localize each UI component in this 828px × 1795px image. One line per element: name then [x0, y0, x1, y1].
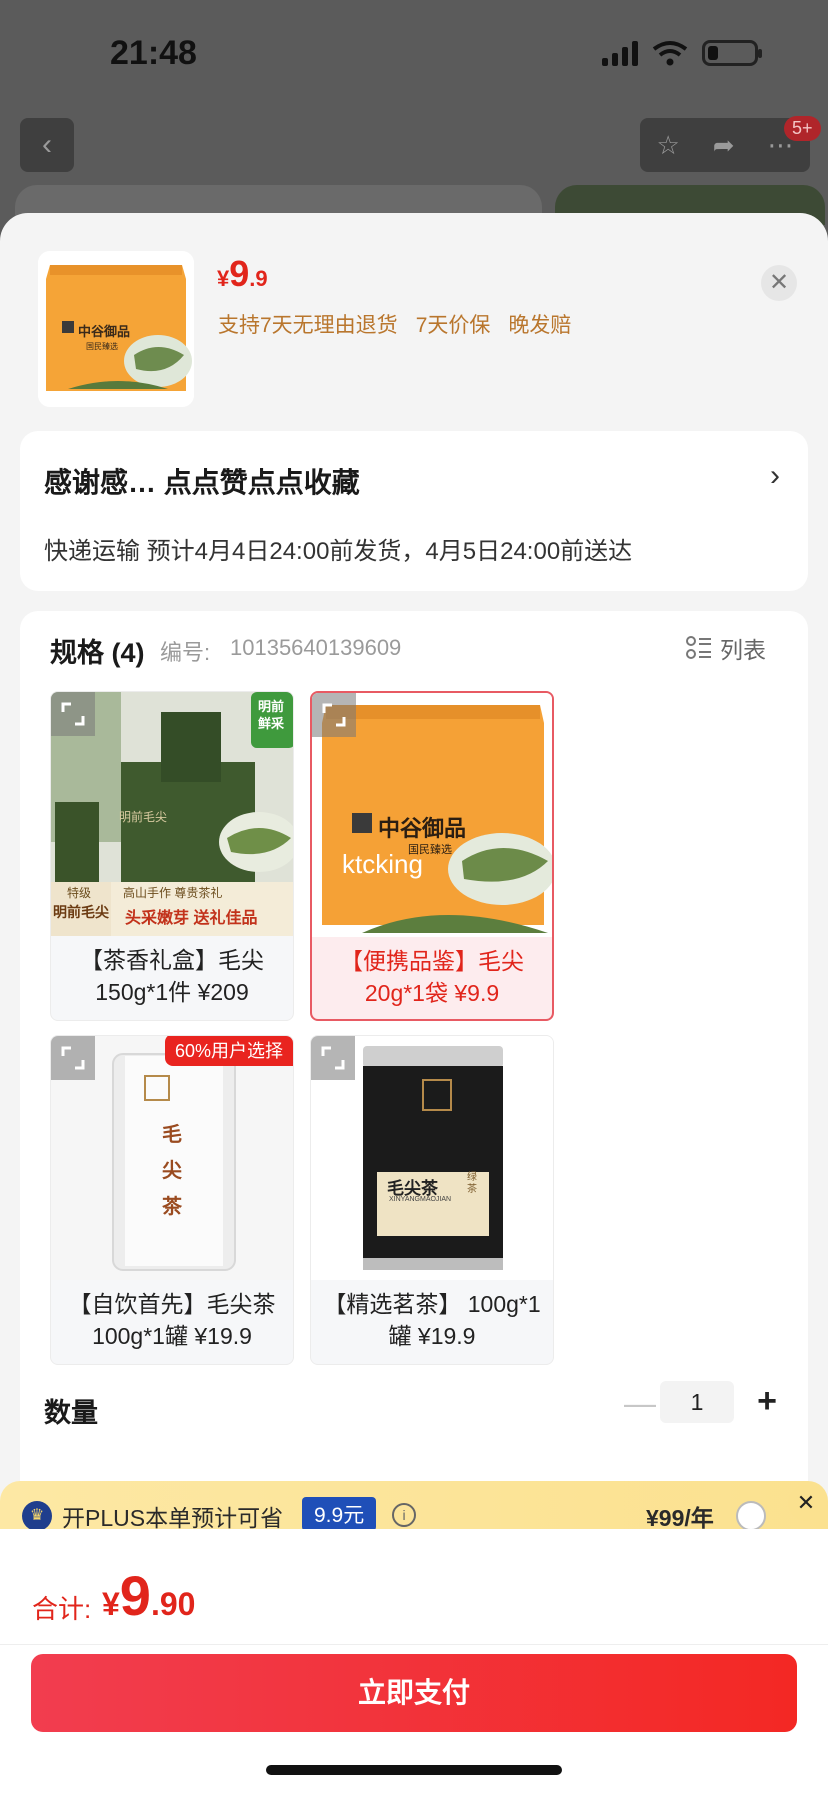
banner-line2: 头采嫩芽 送礼佳品 — [125, 910, 258, 927]
wifi-icon — [652, 41, 688, 66]
battery-icon — [702, 40, 762, 66]
total-label: 合计: — [32, 1594, 92, 1624]
back-button[interactable]: ‹ — [20, 118, 74, 172]
star-icon[interactable]: ☆ — [656, 130, 679, 161]
product-thumbnail: 中谷御品 国民臻选 — [38, 251, 194, 407]
plus-text: 开PLUS本单预计可省 — [62, 1505, 284, 1531]
plus-save-badge: 9.9元 — [302, 1497, 377, 1531]
spec-code: 10135640139609 — [230, 635, 402, 660]
can-green: 绿茶 — [467, 1172, 477, 1195]
divider — [0, 1644, 828, 1645]
quantity-minus-button[interactable]: — — [620, 1383, 660, 1423]
expand-icon[interactable] — [312, 693, 356, 737]
service-tag: 支持7天无理由退货 — [218, 314, 398, 337]
pay-now-button[interactable]: 立即支付 — [31, 1654, 797, 1732]
product-price: ¥9.9 — [217, 253, 268, 294]
status-bar: 21:48 — [0, 0, 828, 110]
list-icon — [686, 636, 711, 659]
product-header: 中谷御品 国民臻选 ¥9.9 支持7天无理由退货 7天价保 晚发赔 ✕ — [0, 213, 828, 428]
plus-radio[interactable] — [736, 1501, 766, 1531]
close-icon: ✕ — [796, 1490, 816, 1515]
banner-line1: 高山手作 尊贵茶礼 — [123, 886, 223, 900]
sku-label: 【自饮首先】毛尖茶100g*1罐 ¥19.9 — [68, 1291, 276, 1349]
spec-card: 规格 (4) 编号: 10135640139609 列表 明前 鲜采 明前毛尖 … — [20, 611, 808, 1611]
sku-label: 【茶香礼盒】毛尖150g*1件 ¥209 — [80, 947, 264, 1005]
checkout-bar: 合计: ¥9.90 立即支付 — [0, 1529, 828, 1795]
fresh-tag-line2: 鲜采 — [257, 716, 284, 731]
expand-icon[interactable] — [51, 692, 95, 736]
box-text: 明前毛尖 — [119, 810, 168, 824]
close-icon: ✕ — [768, 269, 790, 296]
service-tag: 晚发赔 — [508, 314, 572, 337]
popular-badge: 60%用户选择 — [164, 1036, 293, 1066]
crown-icon: ♛ — [22, 1501, 52, 1531]
address-title: 感谢感… 点点赞点点收藏 — [44, 467, 360, 498]
plus-price: ¥99/年 — [646, 1505, 714, 1531]
info-icon[interactable]: i — [392, 1503, 416, 1527]
sku-sheet: 中谷御品 国民臻选 ¥9.9 支持7天无理由退货 7天价保 晚发赔 ✕ 感谢感…… — [0, 213, 828, 1795]
can-text: 毛尖茶 — [162, 1122, 182, 1218]
message-badge: 5+ — [784, 116, 821, 141]
sku-label: 【精选茗茶】 100g*1罐 ¥19.9 — [323, 1291, 541, 1349]
quantity-input[interactable]: 1 — [660, 1381, 734, 1423]
spec-code-label: 编号: — [160, 640, 211, 665]
thumb-brand: 中谷御品 — [78, 325, 131, 340]
sku-brand: 中谷御品 — [378, 816, 467, 842]
service-tags: 支持7天无理由退货 7天价保 晚发赔 — [218, 309, 571, 339]
quantity-plus-button[interactable]: + — [745, 1379, 789, 1423]
sku-watermark: ktcking — [342, 849, 423, 879]
thumb-sub: 国民臻选 — [86, 342, 118, 351]
address-card[interactable]: 感谢感… 点点赞点点收藏 › 快递运输 预计4月4日24:00前发货，4月5日2… — [20, 431, 808, 591]
banner-name: 明前毛尖 — [53, 904, 109, 920]
chevron-right-icon: › — [770, 459, 780, 492]
sku-option-self-drink[interactable]: 毛尖茶 60%用户选择 【自饮首先】毛尖茶100g*1罐 ¥19.9 — [50, 1035, 294, 1365]
plus-close-button[interactable]: ✕ — [788, 1485, 824, 1521]
service-tag: 7天价保 — [415, 314, 491, 337]
share-icon[interactable]: ➦ — [713, 130, 735, 161]
spec-title: 规格 (4) — [50, 638, 145, 668]
sku-option-gift-box[interactable]: 明前 鲜采 明前毛尖 特级 明前毛尖 高山手作 尊贵茶礼 头采嫩芽 送礼佳品 【… — [50, 691, 294, 1021]
fresh-tag-line1: 明前 — [257, 699, 284, 714]
sku-option-portable[interactable]: 中谷御品 国民臻选 ktcking 【便携品鉴】毛尖20g*1袋 ¥9.9 — [310, 691, 554, 1021]
sku-label: 【便携品鉴】毛尖20g*1袋 ¥9.9 — [340, 948, 524, 1006]
quantity-label: 数量 — [44, 1398, 98, 1428]
close-sheet-button[interactable]: ✕ — [761, 265, 797, 301]
total-price: ¥9.90 — [102, 1564, 196, 1627]
sku-option-selected-tea[interactable]: 毛尖茶 绿茶 XINYANGMAOJIAN 【精选茗茶】 100g*1罐 ¥19… — [310, 1035, 554, 1365]
expand-icon[interactable] — [51, 1036, 95, 1080]
banner-grade: 特级 — [67, 886, 92, 900]
delivery-estimate: 快递运输 预计4月4日24:00前发货，4月5日24:00前送达 — [44, 538, 633, 565]
can-sub: XINYANGMAOJIAN — [389, 1196, 452, 1203]
list-label: 列表 — [720, 637, 766, 663]
list-view-toggle[interactable]: 列表 — [686, 631, 766, 665]
signal-icon — [602, 40, 638, 66]
status-icons — [602, 40, 762, 66]
status-time: 21:48 — [110, 34, 197, 72]
expand-icon[interactable] — [311, 1036, 355, 1080]
sku-fresh-tag: 明前 鲜采 — [253, 698, 289, 732]
home-indicator — [266, 1765, 562, 1775]
